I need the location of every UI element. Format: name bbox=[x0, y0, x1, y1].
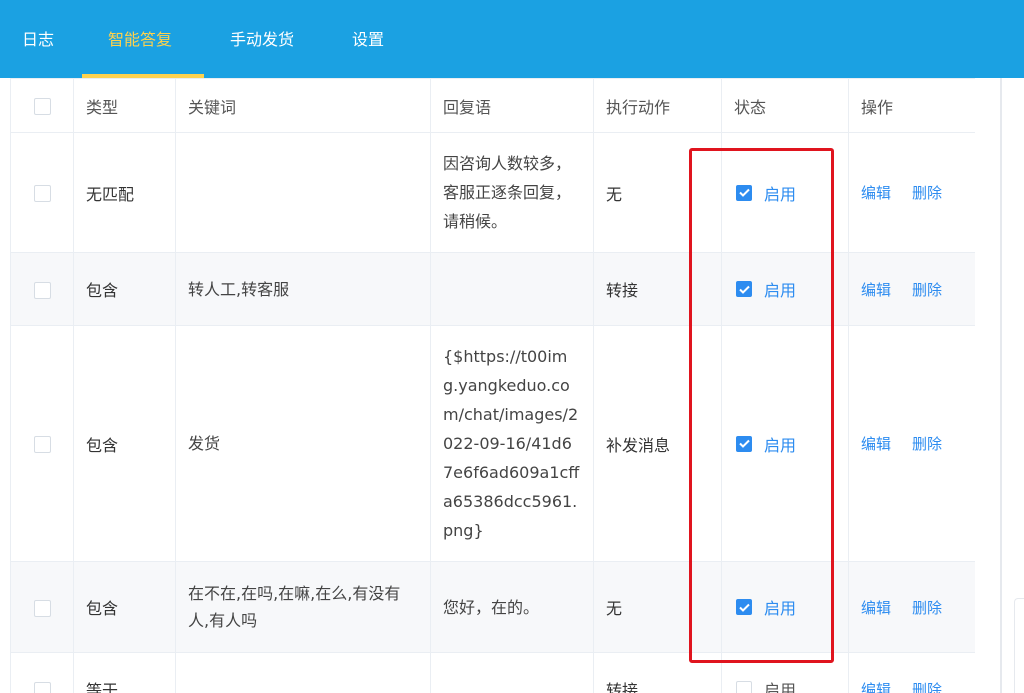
column-header-operations: 操作 bbox=[848, 78, 975, 133]
status-toggle[interactable]: 启用 bbox=[734, 181, 796, 205]
edit-link[interactable]: 编辑 bbox=[861, 433, 891, 454]
cell-keyword: 转人工,转客服 bbox=[175, 252, 431, 326]
delete-link[interactable]: 删除 bbox=[912, 182, 942, 203]
cell-action: 转接 bbox=[593, 252, 722, 326]
cell-status: 启用 bbox=[721, 132, 849, 253]
edit-link[interactable]: 编辑 bbox=[861, 679, 891, 693]
checkbox-unchecked-icon bbox=[736, 681, 752, 693]
edit-link[interactable]: 编辑 bbox=[861, 182, 891, 203]
table-row: 等于 转接 启用 编辑 删除 bbox=[10, 652, 975, 693]
row-select-checkbox[interactable] bbox=[33, 281, 51, 299]
select-all-checkbox[interactable] bbox=[33, 98, 51, 115]
tab-smart-reply[interactable]: 智能答复 bbox=[108, 0, 172, 78]
edit-link[interactable]: 编辑 bbox=[861, 279, 891, 300]
row-select-checkbox[interactable] bbox=[33, 599, 51, 617]
delete-link[interactable]: 删除 bbox=[912, 279, 942, 300]
cell-type: 包含 bbox=[73, 252, 176, 326]
cell-type: 无匹配 bbox=[73, 132, 176, 253]
panel-divider bbox=[1000, 78, 1002, 693]
column-header-status: 状态 bbox=[721, 78, 849, 133]
side-panel-edge bbox=[1014, 598, 1024, 693]
row-select-checkbox[interactable] bbox=[33, 436, 51, 453]
checkbox-checked-icon bbox=[736, 184, 752, 201]
table-row: 无匹配 因咨询人数较多，客服正逐条回复，请稍候。 无 启用 编辑 删除 bbox=[10, 132, 975, 253]
cell-operations: 编辑 删除 bbox=[848, 325, 975, 562]
tab-log[interactable]: 日志 bbox=[22, 0, 54, 78]
table-row: 包含 发货 {$https://t00img.yangkeduo.com/cha… bbox=[10, 325, 975, 562]
status-toggle[interactable]: 启用 bbox=[734, 595, 796, 619]
status-toggle[interactable]: 启用 bbox=[734, 277, 796, 301]
cell-operations: 编辑 删除 bbox=[848, 252, 975, 326]
checkbox-checked-icon bbox=[736, 599, 752, 615]
cell-action: 无 bbox=[593, 561, 722, 653]
column-header-type: 类型 bbox=[73, 78, 176, 133]
cell-reply: {$https://t00img.yangkeduo.com/chat/imag… bbox=[430, 325, 594, 562]
cell-operations: 编辑 删除 bbox=[848, 652, 975, 693]
select-all-cell bbox=[10, 78, 74, 133]
status-toggle[interactable]: 启用 bbox=[734, 432, 796, 456]
cell-operations: 编辑 删除 bbox=[848, 132, 975, 253]
checkbox-checked-icon bbox=[736, 281, 752, 297]
status-toggle[interactable]: 启用 bbox=[734, 677, 796, 693]
table-header-row: 类型 关键词 回复语 执行动作 状态 操作 bbox=[10, 78, 975, 133]
delete-link[interactable]: 删除 bbox=[912, 679, 942, 693]
status-label: 启用 bbox=[764, 281, 797, 300]
cell-type: 包含 bbox=[73, 561, 176, 653]
edit-link[interactable]: 编辑 bbox=[861, 597, 891, 618]
cell-type: 等于 bbox=[73, 652, 176, 693]
row-select-checkbox[interactable] bbox=[33, 185, 51, 202]
checkbox-checked-icon bbox=[736, 435, 752, 452]
top-nav-bar: 日志 智能答复 手动发货 设置 bbox=[0, 0, 1024, 78]
reply-rules-table-container: 类型 关键词 回复语 执行动作 状态 操作 无匹配 因咨询人数较多，客服正逐条回… bbox=[10, 78, 975, 693]
cell-action: 补发消息 bbox=[593, 325, 722, 562]
cell-reply bbox=[430, 252, 594, 326]
table-row: 包含 转人工,转客服 转接 启用 编辑 删除 bbox=[10, 252, 975, 326]
row-select-checkbox[interactable] bbox=[33, 681, 51, 693]
cell-reply bbox=[430, 652, 594, 693]
table-row: 包含 在不在,在吗,在嘛,在么,有没有人,有人吗 您好，在的。 无 启用 编辑删… bbox=[10, 561, 975, 653]
status-label: 启用 bbox=[764, 681, 797, 693]
delete-link[interactable]: 删除 bbox=[912, 597, 942, 618]
cell-keyword bbox=[175, 132, 431, 253]
cell-action: 无 bbox=[593, 132, 722, 253]
cell-type: 包含 bbox=[73, 325, 176, 562]
column-header-keyword: 关键词 bbox=[175, 78, 431, 133]
cell-reply: 您好，在的。 bbox=[430, 561, 594, 653]
reply-rules-table: 类型 关键词 回复语 执行动作 状态 操作 无匹配 因咨询人数较多，客服正逐条回… bbox=[10, 78, 975, 693]
status-label: 启用 bbox=[764, 435, 797, 455]
cell-status: 启用 bbox=[721, 252, 849, 326]
tab-settings[interactable]: 设置 bbox=[352, 0, 384, 78]
cell-status: 启用 bbox=[721, 561, 849, 653]
cell-action: 转接 bbox=[593, 652, 722, 693]
column-header-reply: 回复语 bbox=[430, 78, 594, 133]
status-label: 启用 bbox=[764, 599, 797, 618]
cell-keyword bbox=[175, 652, 431, 693]
cell-keyword: 在不在,在吗,在嘛,在么,有没有人,有人吗 bbox=[175, 561, 431, 653]
cell-keyword: 发货 bbox=[175, 325, 431, 562]
column-header-action: 执行动作 bbox=[593, 78, 722, 133]
cell-status: 启用 bbox=[721, 652, 849, 693]
delete-link[interactable]: 删除 bbox=[912, 433, 942, 454]
cell-reply: 因咨询人数较多，客服正逐条回复，请稍候。 bbox=[430, 132, 594, 253]
tab-manual-shipping[interactable]: 手动发货 bbox=[230, 0, 294, 78]
cell-operations: 编辑 删除 bbox=[848, 561, 975, 653]
cell-status: 启用 bbox=[721, 325, 849, 562]
status-label: 启用 bbox=[764, 184, 797, 204]
